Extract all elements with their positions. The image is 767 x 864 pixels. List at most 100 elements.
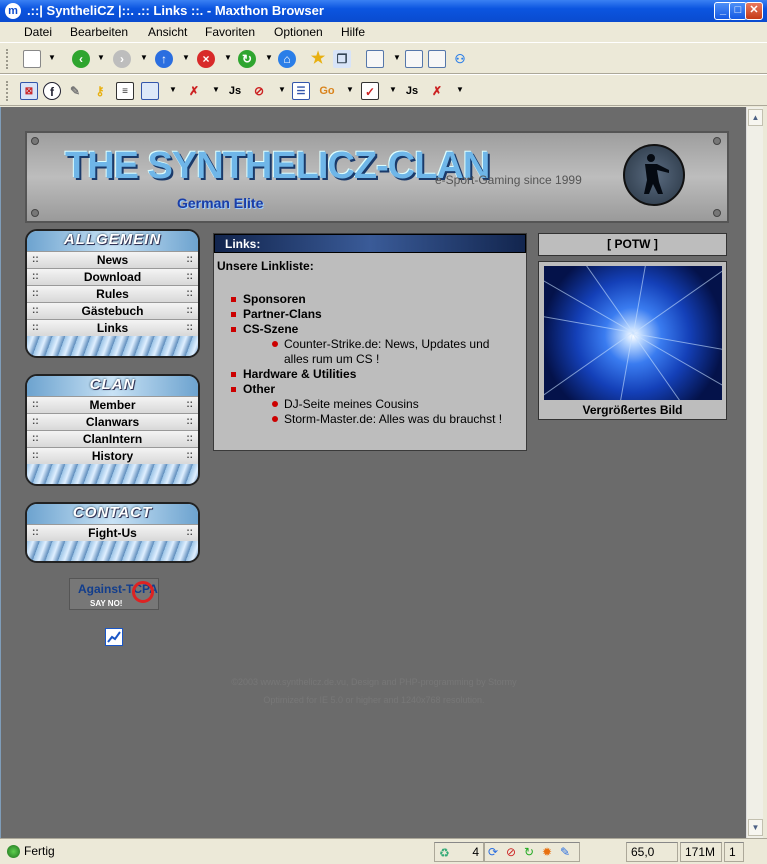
menu-bar: Datei Bearbeiten Ansicht Favoriten Optio… (0, 22, 767, 42)
globe-icon (7, 845, 20, 858)
refresh-icon[interactable]: ↻ (238, 50, 256, 68)
nav-item-fight-us[interactable]: :: Fight-Us:: (27, 524, 198, 541)
menu-hilfe[interactable]: Hilfe (341, 22, 365, 42)
nav-clan: CLAN :: Member:: :: Clanwars:: :: ClanInter… (25, 374, 200, 486)
counter-strike-emblem-icon (623, 144, 685, 206)
status-popup-count[interactable]: ♻ 4 (434, 842, 484, 862)
chevron-down-icon[interactable]: ▼ (224, 53, 232, 62)
split-view-icon[interactable] (428, 50, 446, 68)
block-icon[interactable]: ⊘ (506, 843, 516, 861)
menu-ansicht[interactable]: Ansicht (148, 22, 187, 42)
nav-item-gaestebuch[interactable]: :: Gästebuch:: (27, 302, 198, 319)
link-sponsoren[interactable]: Sponsoren (231, 292, 523, 307)
edit-icon[interactable]: ✎ (560, 843, 570, 861)
prohibited-icon (132, 581, 154, 603)
nav-footer-decoration (27, 464, 198, 484)
potw-title: [ POTW ] (538, 233, 727, 256)
vertical-scrollbar[interactable]: ▲ ▼ (746, 107, 763, 838)
window-list-icon[interactable] (141, 82, 159, 100)
chevron-down-icon[interactable]: ▼ (182, 53, 190, 62)
link-dj-seite[interactable]: DJ-Seite meines Cousins (272, 397, 523, 412)
nav-item-clanintern[interactable]: :: ClanIntern:: (27, 430, 198, 447)
block-script-icon[interactable]: ⊘ (250, 82, 268, 100)
refresh-small-icon[interactable]: ↻ (524, 843, 534, 861)
menu-bearbeiten[interactable]: Bearbeiten (70, 22, 128, 42)
favorites-star-icon[interactable]: ★ (309, 50, 327, 68)
screw-icon (713, 209, 721, 217)
list-icon[interactable]: ☰ (292, 82, 310, 100)
back-icon[interactable]: ‹ (72, 50, 90, 68)
stop-icon[interactable]: × (197, 50, 215, 68)
sun-icon[interactable]: ✹ (542, 843, 552, 861)
key-icon[interactable]: ⚷ (91, 82, 109, 100)
potw-image[interactable] (544, 266, 722, 400)
chevron-down-icon[interactable]: ▼ (393, 53, 401, 62)
menu-optionen[interactable]: Optionen (274, 22, 323, 42)
chevron-down-icon[interactable]: ▼ (389, 85, 397, 94)
links-intro: Unsere Linkliste: (217, 259, 314, 273)
link-partner-clans[interactable]: Partner-Clans (231, 307, 523, 322)
new-page-icon[interactable] (23, 50, 41, 68)
ad-hunter-icon[interactable]: ✗ (185, 82, 203, 100)
chevron-down-icon[interactable]: ▼ (265, 53, 273, 62)
toolbar-grip[interactable] (6, 81, 9, 101)
link-hardware-utilities[interactable]: Hardware & Utilities (231, 367, 523, 382)
forward-icon[interactable]: › (113, 50, 131, 68)
link-counter-strike-de[interactable]: Counter-Strike.de: News, Updates und all… (272, 337, 514, 367)
potw-enlarge-link[interactable]: Vergrößertes Bild (539, 403, 726, 417)
history-icon[interactable]: ❐ (333, 50, 351, 68)
up-icon[interactable]: ↑ (155, 50, 173, 68)
chevron-down-icon[interactable]: ▼ (278, 85, 286, 94)
mouse-gesture-icon[interactable]: ✎ (66, 82, 84, 100)
scroll-up-icon[interactable]: ▲ (748, 109, 763, 126)
home-icon[interactable]: ⌂ (278, 50, 296, 68)
chevron-down-icon[interactable]: ▼ (140, 53, 148, 62)
scroll-down-icon[interactable]: ▼ (748, 819, 763, 836)
chevron-down-icon[interactable]: ▼ (169, 85, 177, 94)
menu-favoriten[interactable]: Favoriten (205, 22, 255, 42)
network-icon[interactable]: ⚇ (451, 50, 469, 68)
site-logo: THE SYNTHELICZ-CLAN (65, 145, 490, 187)
menu-datei[interactable]: Datei (24, 22, 52, 42)
window-title: .::| SyntheliCZ |::. .:: Links ::. - Max… (27, 3, 324, 18)
javascript-icon[interactable]: Js (226, 82, 244, 100)
nav-clan-header: CLAN (27, 376, 198, 396)
nav-item-clanwars[interactable]: :: Clanwars:: (27, 413, 198, 430)
nav-item-member[interactable]: :: Member:: (27, 396, 198, 413)
disable-images-icon[interactable]: ✗ (428, 82, 446, 100)
nav-item-links[interactable]: :: Links:: (27, 319, 198, 336)
link-cs-szene[interactable]: CS-Szene (231, 322, 523, 337)
notes-icon[interactable]: ≡ (116, 82, 134, 100)
close-button[interactable]: ✕ (745, 2, 763, 20)
groups-icon[interactable] (366, 50, 384, 68)
status-text: Fertig (24, 844, 55, 858)
search-engine-icon[interactable]: Go (318, 82, 336, 100)
chevron-down-icon[interactable]: ▼ (48, 53, 56, 62)
nav-item-history[interactable]: :: History:: (27, 447, 198, 464)
sync-icon[interactable]: ⟳ (488, 843, 498, 861)
chevron-down-icon[interactable]: ▼ (456, 85, 464, 94)
link-storm-master[interactable]: Storm-Master.de: Alles was du brauchst ! (272, 412, 523, 427)
toolbar-grip[interactable] (6, 49, 9, 69)
nav-item-rules[interactable]: :: Rules:: (27, 285, 198, 302)
checkbox-icon[interactable]: ✓ (361, 82, 379, 100)
status-page: 1 (724, 842, 744, 862)
nav-item-download[interactable]: :: Download:: (27, 268, 198, 285)
maxthon-logo-icon: m (5, 3, 21, 19)
site-header: THE SYNTHELICZ-CLAN German Elite e-Sport… (25, 131, 729, 223)
chevron-down-icon[interactable]: ▼ (212, 85, 220, 94)
status-bar: Fertig ♻4 ⟳ ⊘ ↻ ✹ ✎ 65,0 KB 171M 1 (0, 838, 767, 864)
popup-blocker-icon[interactable]: ⊠ (20, 82, 38, 100)
fullscreen-icon[interactable] (405, 50, 423, 68)
against-tcpa-banner[interactable]: Against-TCPA SAY NO! (69, 578, 159, 610)
link-other[interactable]: Other (231, 382, 523, 397)
nav-item-news[interactable]: :: News:: (27, 251, 198, 268)
links-panel-title: Links: (214, 234, 526, 253)
footer-credits: ©2003 www.synthelicz.de.vu, Design and P… (231, 677, 517, 687)
flash-icon[interactable]: f (43, 82, 61, 100)
statistics-chart-icon[interactable] (105, 628, 123, 646)
chevron-down-icon[interactable]: ▼ (97, 53, 105, 62)
javascript-toggle-icon[interactable]: Js (403, 82, 421, 100)
page-content: THE SYNTHELICZ-CLAN German Elite e-Sport… (0, 107, 746, 838)
chevron-down-icon[interactable]: ▼ (346, 85, 354, 94)
